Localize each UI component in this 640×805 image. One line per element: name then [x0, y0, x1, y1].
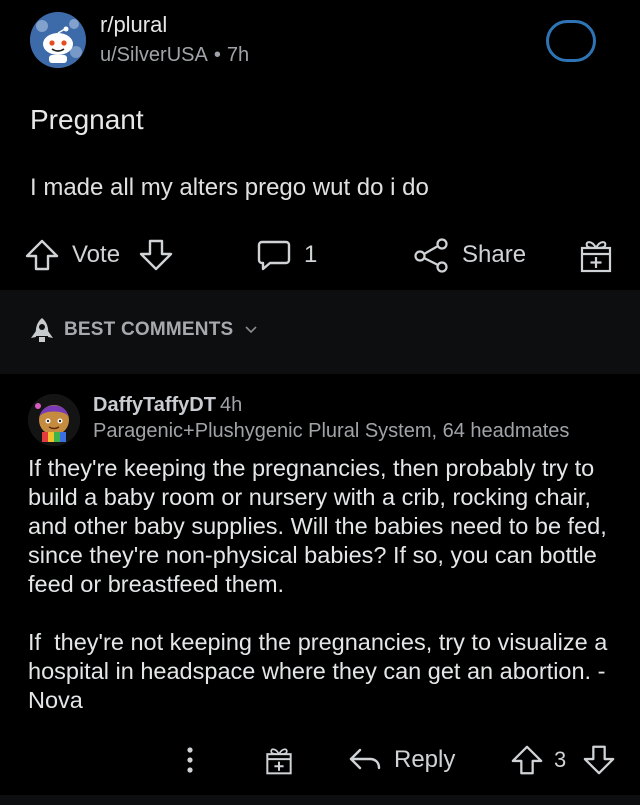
more-vertical-icon — [187, 747, 193, 773]
arrow-up-icon — [511, 745, 543, 775]
arrow-down-icon — [139, 239, 173, 271]
comment-bubble-icon — [257, 240, 291, 271]
user-avatar-icon — [28, 394, 80, 446]
award-button[interactable] — [578, 228, 614, 282]
chevron-down-icon — [245, 326, 257, 334]
comment-age: 4h — [219, 394, 243, 416]
award-gift-icon — [266, 748, 292, 775]
arrow-down-icon — [583, 745, 615, 775]
share-button[interactable] — [412, 228, 450, 282]
status-ring-icon[interactable] — [546, 20, 596, 62]
post-header: r/plural u/SilverUSA • 7h — [30, 12, 610, 68]
subreddit-name[interactable]: r/plural — [100, 12, 167, 38]
comment-paragraph-1: If they're keeping the pregnancies, then… — [28, 455, 607, 597]
share-label[interactable]: Share — [462, 228, 526, 282]
arrow-up-icon — [25, 239, 59, 271]
post-meta: u/SilverUSA • 7h — [100, 44, 249, 67]
vote-label: Vote — [72, 241, 121, 268]
post-author[interactable]: u/SilverUSA — [100, 44, 208, 66]
reply-arrow-icon — [349, 748, 381, 770]
comment-award-button[interactable] — [264, 736, 294, 784]
subreddit-avatar[interactable] — [30, 12, 86, 68]
reply-button[interactable] — [348, 736, 382, 784]
share-icon — [414, 238, 448, 273]
comment-downvote-button[interactable] — [582, 736, 616, 784]
sort-selector[interactable]: BEST COMMENTS — [28, 316, 257, 344]
user-flair: Paragenic+Plushygenic Plural System, 64 … — [93, 420, 570, 442]
post-body: I made all my alters prego wut do i do — [30, 174, 429, 201]
comment-paragraph-2: If they're not keeping the pregnancies, … — [28, 629, 614, 713]
more-options-button[interactable] — [184, 736, 196, 784]
commenter-avatar[interactable] — [28, 394, 80, 446]
rocket-icon — [31, 318, 53, 342]
comment-body: If they're keeping the pregnancies, then… — [28, 454, 628, 715]
bottom-divider — [0, 795, 640, 805]
sort-label: BEST COMMENTS — [64, 319, 234, 340]
meta-separator: • — [213, 44, 221, 66]
upvote-button[interactable] — [24, 228, 60, 282]
post-action-bar: Vote 1 Share — [0, 228, 640, 282]
reply-label[interactable]: Reply — [394, 736, 455, 784]
comment: DaffyTaffyDT 4h Paragenic+Plushygenic Plu… — [0, 374, 640, 805]
comment-sort-band: BEST COMMENTS — [0, 290, 640, 374]
comment-count: 1 — [304, 241, 318, 268]
award-gift-icon — [580, 241, 612, 273]
comments-button[interactable] — [256, 228, 292, 282]
reddit-snoo-icon — [30, 12, 86, 68]
post-age: 7h — [226, 44, 250, 66]
comment-username[interactable]: DaffyTaffyDT — [93, 394, 216, 416]
comment-action-bar: Reply 3 — [0, 736, 640, 784]
post-title[interactable]: Pregnant — [30, 104, 144, 136]
comment-author-line: DaffyTaffyDT 4h — [93, 394, 242, 417]
downvote-button[interactable] — [138, 228, 174, 282]
comment-upvote-button[interactable] — [510, 736, 544, 784]
comment-score: 3 — [554, 747, 567, 772]
